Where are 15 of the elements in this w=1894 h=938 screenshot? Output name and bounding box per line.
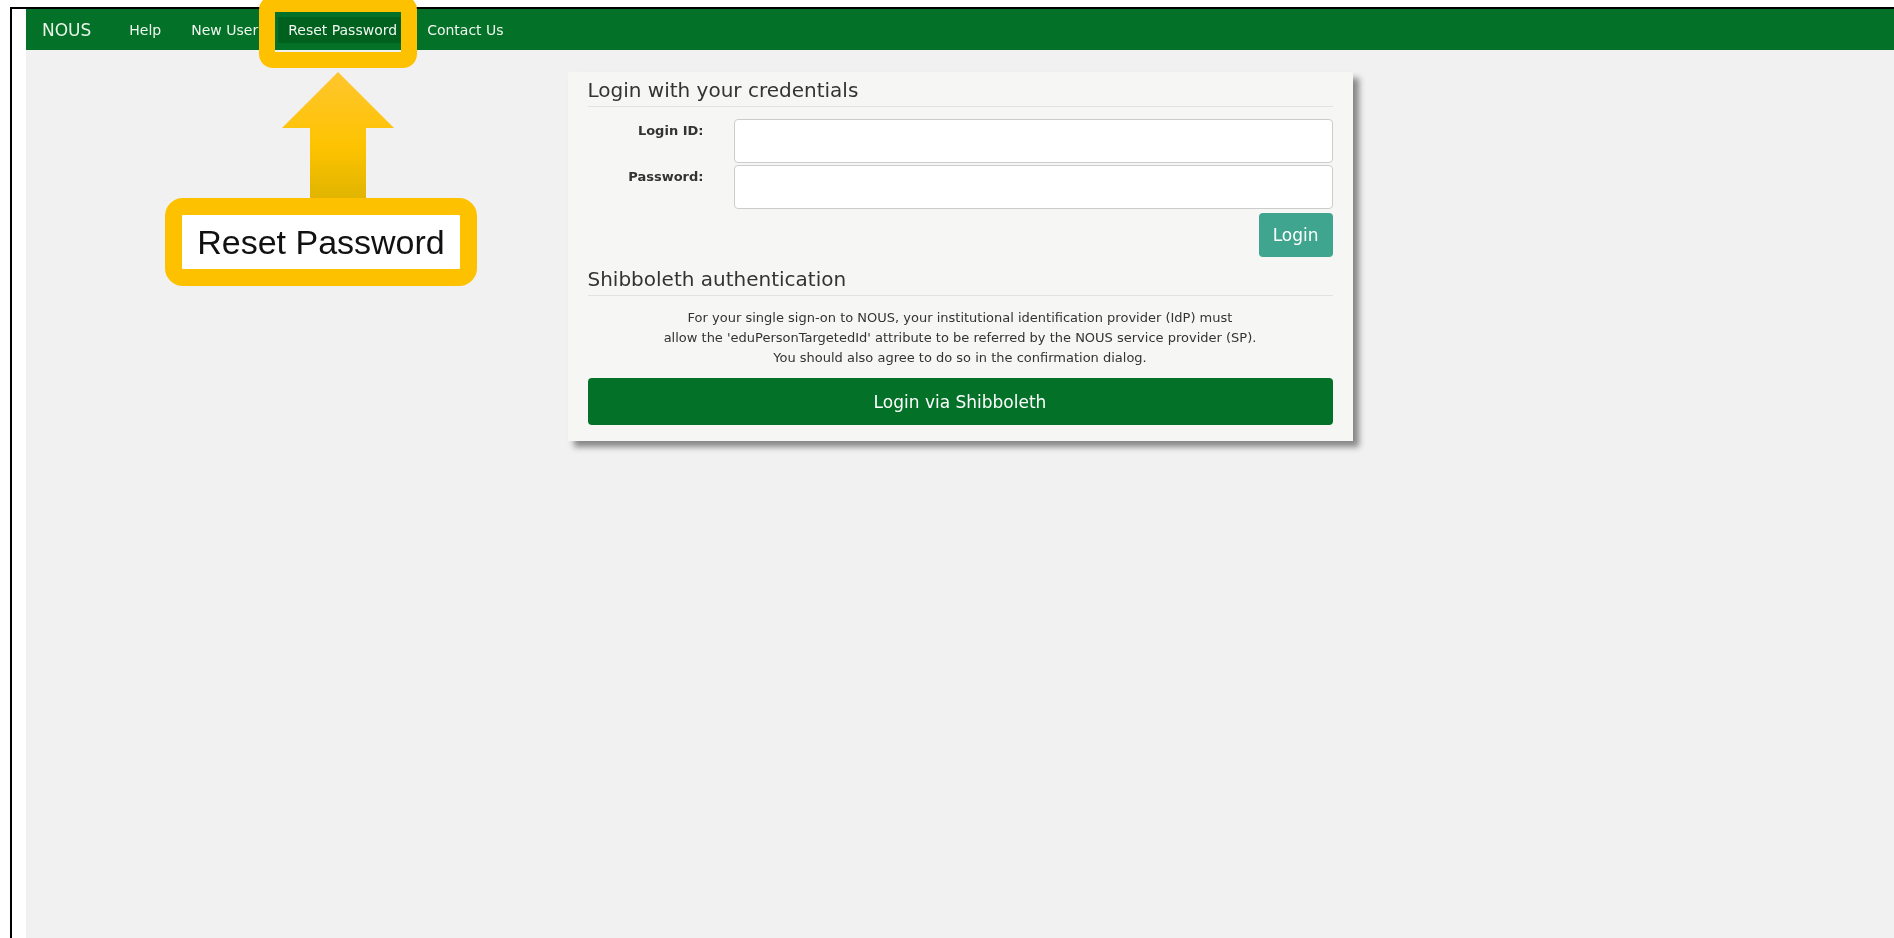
- up-arrow-icon: [282, 72, 394, 199]
- input-field[interactable]: [733, 119, 1333, 163]
- section-heading: Login with your credentials: [587, 78, 860, 104]
- input-field[interactable]: [733, 165, 1333, 209]
- field-label: Password:: [627, 168, 704, 184]
- login-button[interactable]: Login: [1258, 213, 1333, 257]
- nav-link[interactable]: New User: [181, 16, 269, 43]
- shibboleth-login-button[interactable]: Login via Shibboleth: [587, 378, 1333, 425]
- section-heading: Shibboleth authentication: [587, 267, 848, 293]
- brand-link[interactable]: NOUS: [42, 19, 92, 40]
- nav-link[interactable]: Contact Us: [417, 16, 514, 43]
- info-paragraph: For your single sign-on to NOUS, your institutional identification provider (IdP) must allow the 'eduPersonTargetedId' attribute to be referred by the NOUS service provider (SP). You should also agree to do so in the confirmation dialog.: [662, 309, 1258, 367]
- callout-label: Reset Password: [165, 198, 477, 286]
- nav-link[interactable]: Help: [119, 16, 172, 43]
- field-label: Login ID:: [636, 122, 704, 138]
